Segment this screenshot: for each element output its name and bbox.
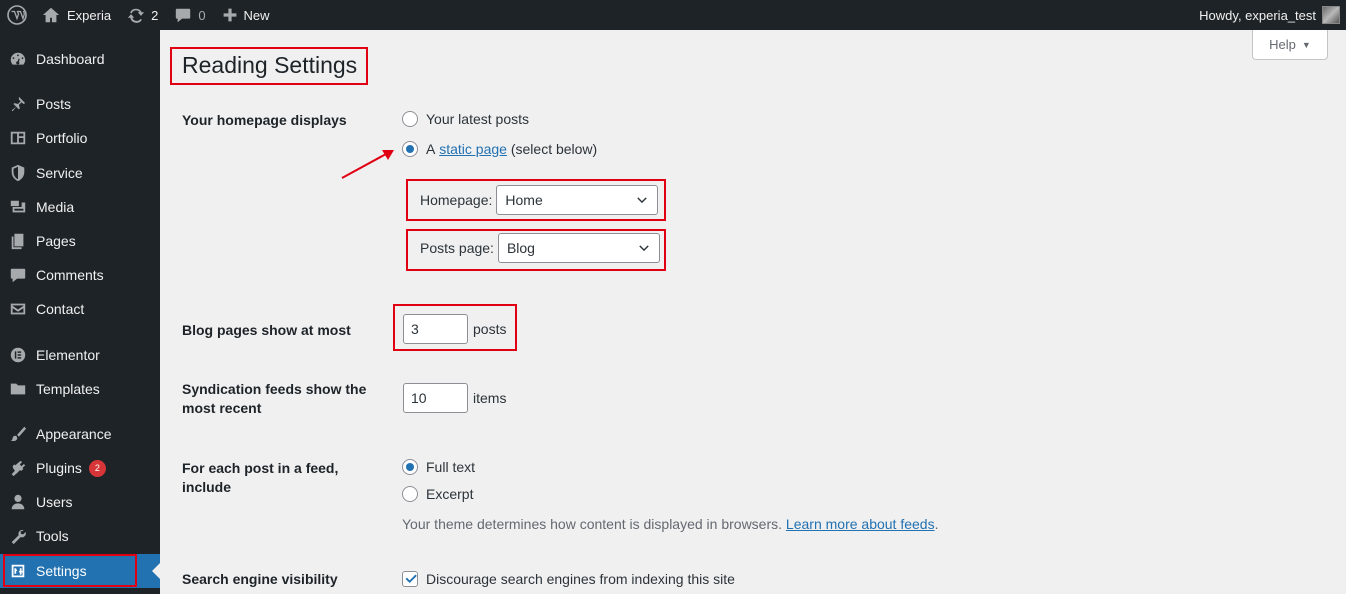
learn-more-feeds-link[interactable]: Learn more about feeds [786,516,935,532]
admin-bar: Experia 2 0 New Howdy, experia_test [0,0,1346,30]
page-title: Reading Settings [182,52,358,78]
radio-circle-checked[interactable] [402,141,418,157]
new-label: New [243,7,270,23]
updates-link[interactable]: 2 [119,0,166,30]
site-name-link[interactable]: Experia [34,0,119,30]
homepage-select[interactable]: Home [496,185,659,215]
pin-icon [11,96,26,112]
radio-latest-posts[interactable]: Your latest posts [402,111,529,127]
wordpress-logo-icon [7,5,27,25]
discourage-search-checkbox[interactable]: Discourage search engines from indexing … [402,571,735,587]
main-content: Help ▼ Reading Settings Your homepage di… [160,30,1346,594]
sidebar-item-tools[interactable]: Tools [0,519,160,553]
sidebar-item-plugins[interactable]: Plugins 2 [0,451,160,485]
settings-icon [11,564,25,578]
wrench-icon [11,529,26,545]
triangle-down-icon: ▼ [1301,39,1311,50]
radio-excerpt[interactable]: Excerpt [402,486,473,502]
sidebar-item-elementor[interactable]: Elementor [0,338,160,372]
homepage-select-row: Homepage: Home [420,185,659,215]
posts-page-select-row: Posts page: Blog [420,233,660,263]
sidebar-item-service[interactable]: Service [0,156,160,190]
sidebar-item-comments[interactable]: Comments [0,258,160,292]
dashboard-icon [10,52,26,65]
radio-full-text[interactable]: Full text [402,459,475,475]
feed-description: Your theme determines how content is dis… [402,516,939,532]
feed-items-input[interactable]: 10 [403,383,468,413]
chevron-down-icon [637,197,648,204]
comments-count: 0 [198,7,206,23]
sidebar-item-templates[interactable]: Templates [0,372,160,406]
feed-include-label: For each post in a feed, include [182,460,339,495]
radio-static-page[interactable]: A static page (select below) [402,141,597,157]
sidebar-item-pages[interactable]: Pages [0,224,160,258]
comment-icon [10,268,26,283]
sidebar-item-settings[interactable]: Settings [0,554,160,588]
folder-icon [10,383,26,395]
howdy-text: Howdy, experia_test [1199,7,1316,23]
pages-icon [11,233,24,250]
mail-icon [10,303,26,315]
shield-icon [11,164,25,182]
syndication-feeds-label: Syndication feeds show the most recent [182,381,367,416]
sidebar-item-contact[interactable]: Contact [0,292,160,326]
plugins-update-badge: 2 [88,459,106,477]
portfolio-icon [10,131,26,145]
posts-page-select-label: Posts page: [420,240,494,256]
elementor-icon [10,347,26,363]
radio-circle[interactable] [402,111,418,127]
items-suffix: items [473,390,507,406]
radio-circle[interactable] [402,486,418,502]
blog-pages-label: Blog pages show at most [182,322,351,338]
plugin-icon [11,460,26,477]
chevron-down-icon [639,245,649,252]
avatar [1322,6,1340,24]
plus-icon [223,8,236,22]
sidebar-item-portfolio[interactable]: Portfolio [0,121,160,155]
search-visibility-label: Search engine visibility [182,571,338,587]
radio-circle-checked[interactable] [402,459,418,475]
checkbox-box[interactable] [402,571,418,587]
comments-link[interactable]: 0 [166,0,213,30]
home-icon [42,7,60,23]
sidebar-item-posts[interactable]: Posts [0,87,160,121]
brush-icon [10,426,27,442]
site-name: Experia [67,7,112,23]
updates-icon [127,8,145,23]
updates-count: 2 [151,7,159,23]
posts-per-page-input[interactable]: 3 [403,314,468,344]
admin-sidebar: Dashboard Posts Portfolio Service Media … [0,30,160,594]
help-button[interactable]: Help ▼ [1252,30,1328,60]
user-icon [11,494,25,510]
checkmark-icon [405,574,417,584]
homepage-displays-label: Your homepage displays [182,112,347,128]
posts-page-select[interactable]: Blog [497,233,660,263]
homepage-select-label: Homepage: [420,192,493,208]
posts-suffix: posts [473,321,507,337]
static-page-link[interactable]: static page [439,141,507,157]
comment-icon [176,8,191,23]
my-account-link[interactable]: Howdy, experia_test [1199,0,1346,30]
sidebar-item-dashboard[interactable]: Dashboard [0,42,160,76]
annotation-arrow-icon [341,150,394,179]
sidebar-item-users[interactable]: Users [0,485,160,519]
wordpress-logo-button[interactable] [0,0,34,30]
media-icon [10,200,26,213]
sidebar-item-media[interactable]: Media [0,190,160,224]
new-content-link[interactable]: New [214,0,278,30]
sidebar-item-appearance[interactable]: Appearance [0,417,160,451]
